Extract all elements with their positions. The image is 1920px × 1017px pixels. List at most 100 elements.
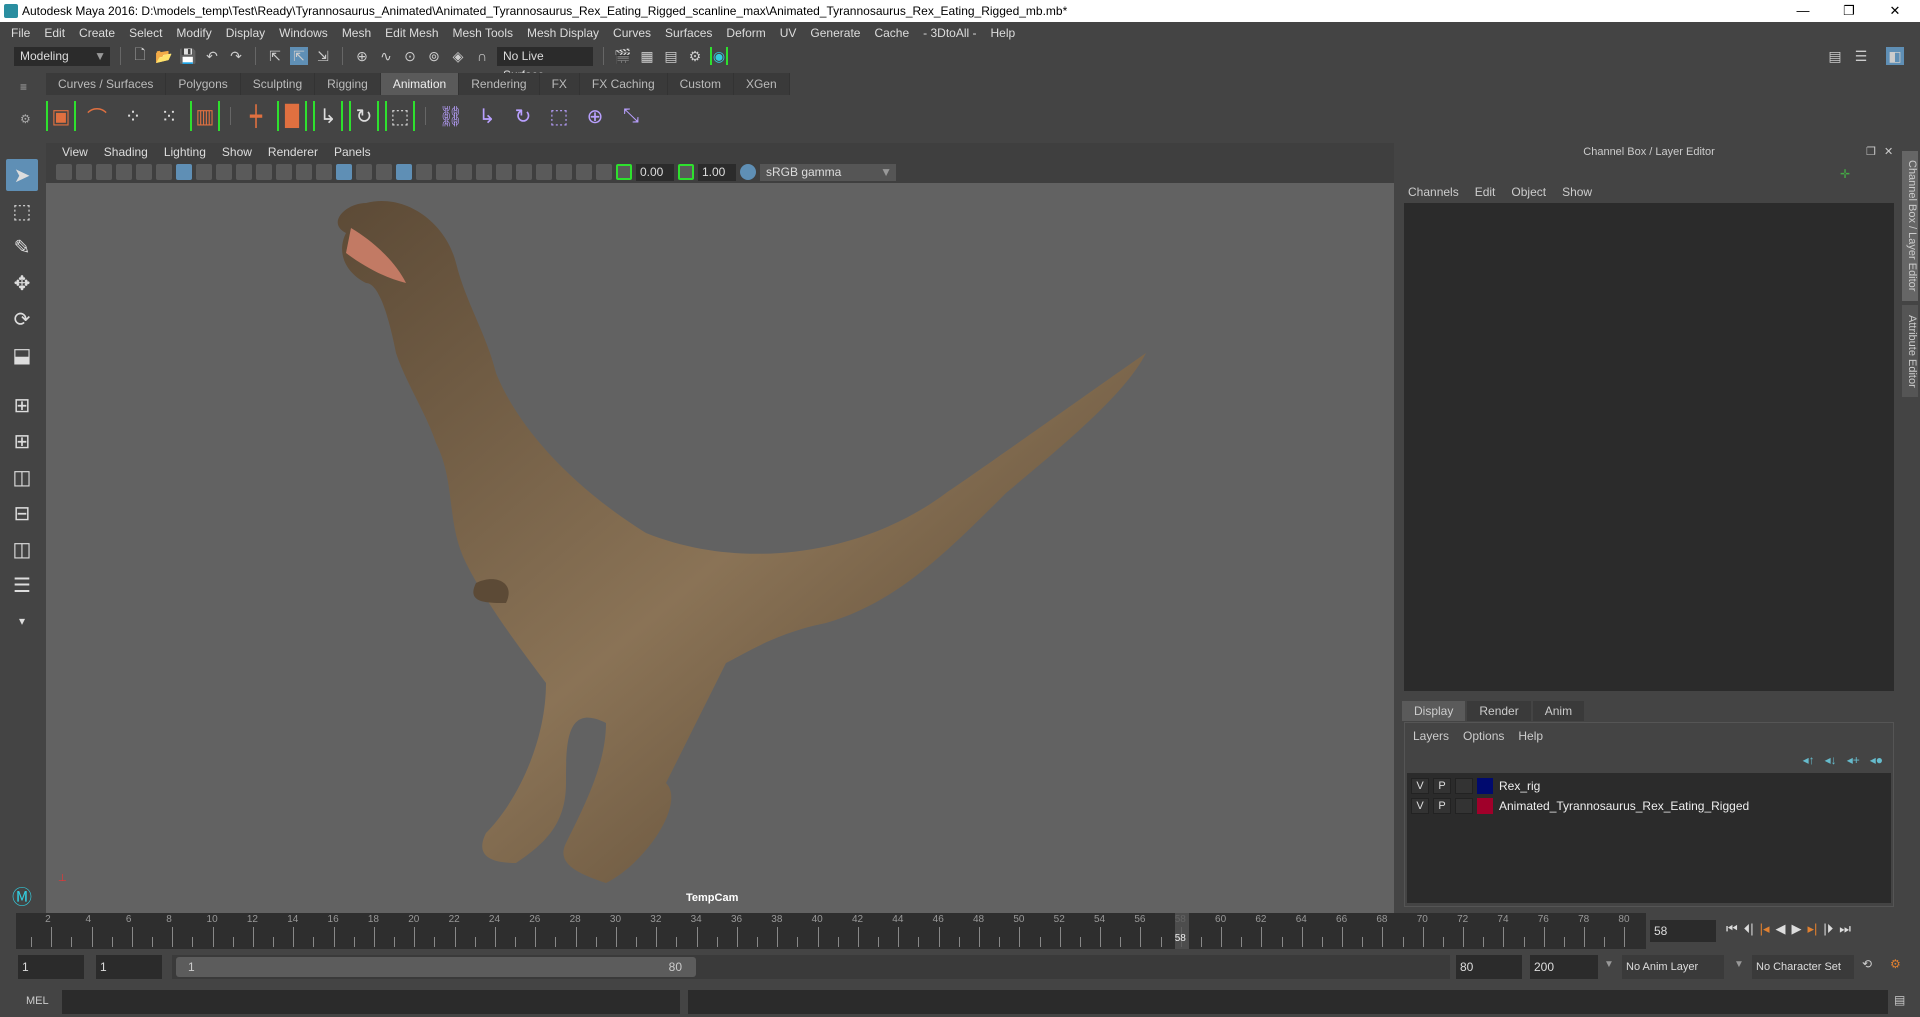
snap-point-icon[interactable]: ⊙ [401, 47, 419, 65]
layer-row[interactable]: V P Rex_rig [1411, 777, 1540, 795]
layer-color-swatch[interactable] [1477, 778, 1493, 794]
step-forward-key-icon[interactable]: |⏵ [1823, 921, 1833, 937]
menu-select[interactable]: Select [122, 26, 169, 40]
resolution-gate-icon[interactable] [216, 164, 232, 180]
graph-editor-icon[interactable]: ⌒ [82, 101, 112, 131]
use-all-lights-icon[interactable] [416, 164, 432, 180]
select-component-icon[interactable]: ⇲ [314, 47, 332, 65]
menu-edit-mesh[interactable]: Edit Mesh [378, 26, 445, 40]
2d-pan-zoom-icon[interactable] [136, 164, 152, 180]
menu-windows[interactable]: Windows [272, 26, 335, 40]
menu-cache[interactable]: Cache [867, 26, 916, 40]
menu-surfaces[interactable]: Surfaces [658, 26, 719, 40]
layer-menu-options[interactable]: Options [1463, 729, 1504, 743]
step-forward-frame-icon[interactable]: ▸| [1808, 921, 1818, 937]
ipr-render-icon[interactable]: ▤ [662, 47, 680, 65]
gamma-icon[interactable] [678, 164, 694, 180]
safe-title-icon[interactable] [296, 164, 312, 180]
menu-edit[interactable]: Edit [37, 26, 72, 40]
motion-blur-icon[interactable] [476, 164, 492, 180]
viewport-menu-shading[interactable]: Shading [96, 145, 156, 159]
side-by-side-layout-icon[interactable]: ◫ [6, 461, 38, 493]
end-time-field[interactable]: 200 [1530, 955, 1598, 979]
xray-joints-icon[interactable] [596, 164, 612, 180]
set-key-icon[interactable]: ▥ [190, 101, 220, 131]
display-type-toggle[interactable] [1455, 778, 1473, 794]
constraint-orient-icon[interactable]: ↻ [349, 101, 379, 131]
point-link-icon[interactable]: ↳ [472, 101, 502, 131]
step-back-key-icon[interactable]: ⏴| [1744, 921, 1754, 937]
four-pane-layout-icon[interactable]: ⊞ [6, 425, 38, 457]
gamma-field[interactable]: 1.00 [698, 163, 736, 181]
shelf-tab-fx[interactable]: FX [539, 73, 580, 95]
current-frame-field[interactable]: 58 [1650, 920, 1716, 942]
menu-mesh-display[interactable]: Mesh Display [520, 26, 606, 40]
make-live-icon[interactable]: ∩ [473, 47, 491, 65]
menu-generate[interactable]: Generate [803, 26, 867, 40]
shelf-tab-xgen[interactable]: XGen [733, 73, 790, 95]
channel-menu-object[interactable]: Object [1511, 185, 1546, 199]
shelf-tab-rendering[interactable]: Rendering [459, 73, 540, 95]
channel-menu-edit[interactable]: Edit [1475, 185, 1496, 199]
start-time-field[interactable]: 1 [18, 955, 84, 979]
new-scene-icon[interactable]: 🗋 [131, 46, 149, 65]
select-hierarchy-icon[interactable]: ⇱ [266, 47, 284, 65]
mel-label[interactable]: MEL [26, 995, 49, 1007]
menu-mesh-tools[interactable]: Mesh Tools [446, 26, 520, 40]
channel-list[interactable] [1404, 203, 1894, 691]
range-slider-track[interactable]: 1 80 [172, 955, 1450, 979]
viewport-menu-panels[interactable]: Panels [326, 145, 379, 159]
field-chart-icon[interactable] [256, 164, 272, 180]
select-object-icon[interactable]: ⇱ [290, 47, 308, 65]
film-gate-icon[interactable] [196, 164, 212, 180]
shelf-tab-curves-surfaces[interactable]: Curves / Surfaces [46, 73, 167, 95]
layer-color-swatch[interactable] [1477, 798, 1493, 814]
xray-icon[interactable] [556, 164, 572, 180]
layer-tab-render[interactable]: Render [1467, 701, 1531, 721]
save-scene-icon[interactable]: 💾 [179, 47, 197, 65]
trax-editor-icon[interactable]: ⁙ [154, 101, 184, 131]
depth-of-field-icon[interactable] [516, 164, 532, 180]
character-set-dropdown[interactable]: No Character Set [1752, 955, 1854, 979]
textured-icon[interactable] [396, 164, 412, 180]
paint-select-icon[interactable]: ✎ [6, 231, 38, 263]
menu-uv[interactable]: UV [773, 26, 804, 40]
shadows-icon[interactable] [436, 164, 452, 180]
shelf-tab-rigging[interactable]: Rigging [315, 73, 381, 95]
snap-view-plane-icon[interactable]: ◈ [449, 47, 467, 65]
auto-key-icon[interactable]: ⟲ [1862, 957, 1872, 971]
go-to-start-icon[interactable]: ⏮ [1726, 921, 1738, 937]
render-view-icon[interactable]: ⚙ [686, 47, 704, 65]
live-surface-field[interactable]: No Live Surface [497, 46, 593, 82]
animation-preferences-icon[interactable]: ⚙ [1890, 957, 1901, 971]
close-button[interactable]: ✕ [1872, 0, 1918, 22]
play-forwards-icon[interactable]: ▶ [1792, 921, 1802, 937]
camera-attributes-icon[interactable] [76, 164, 92, 180]
dope-sheet-icon[interactable]: ⁘ [118, 101, 148, 131]
select-camera-icon[interactable] [56, 164, 72, 180]
wireframe-on-shaded-icon[interactable] [376, 164, 392, 180]
play-backwards-icon[interactable]: ◀ [1776, 921, 1786, 937]
redo-icon[interactable]: ↷ [227, 47, 245, 65]
hypershade-icon[interactable]: ◉ [710, 47, 728, 65]
float-panel-icon[interactable]: ❐ [1866, 145, 1876, 158]
menu-file[interactable]: File [4, 26, 37, 40]
xray-active-icon[interactable] [576, 164, 592, 180]
playblast-icon[interactable]: ▣ [46, 101, 76, 131]
script-editor-icon[interactable]: ▤ [1894, 993, 1905, 1007]
more-layouts-icon[interactable]: ▾ [6, 605, 38, 637]
shelf-tab-fx-caching[interactable]: FX Caching [579, 73, 668, 95]
new-layer-selected-icon[interactable]: ◂● [1870, 753, 1883, 767]
antialiasing-icon[interactable] [496, 164, 512, 180]
range-slider-handle[interactable]: 1 80 [176, 957, 696, 977]
open-scene-icon[interactable]: 📂 [155, 47, 173, 65]
menu-help[interactable]: Help [984, 26, 1023, 40]
lasso-tool-icon[interactable]: ⬚ [6, 195, 38, 227]
exposure-icon[interactable] [616, 164, 632, 180]
bookmark-icon[interactable] [96, 164, 112, 180]
close-panel-icon[interactable]: ✕ [1884, 145, 1893, 158]
chevron-down-icon[interactable]: ▼ [1604, 959, 1614, 970]
isolate-select-icon[interactable] [536, 164, 552, 180]
viewport-menu-renderer[interactable]: Renderer [260, 145, 326, 159]
channel-menu-show[interactable]: Show [1562, 185, 1592, 199]
